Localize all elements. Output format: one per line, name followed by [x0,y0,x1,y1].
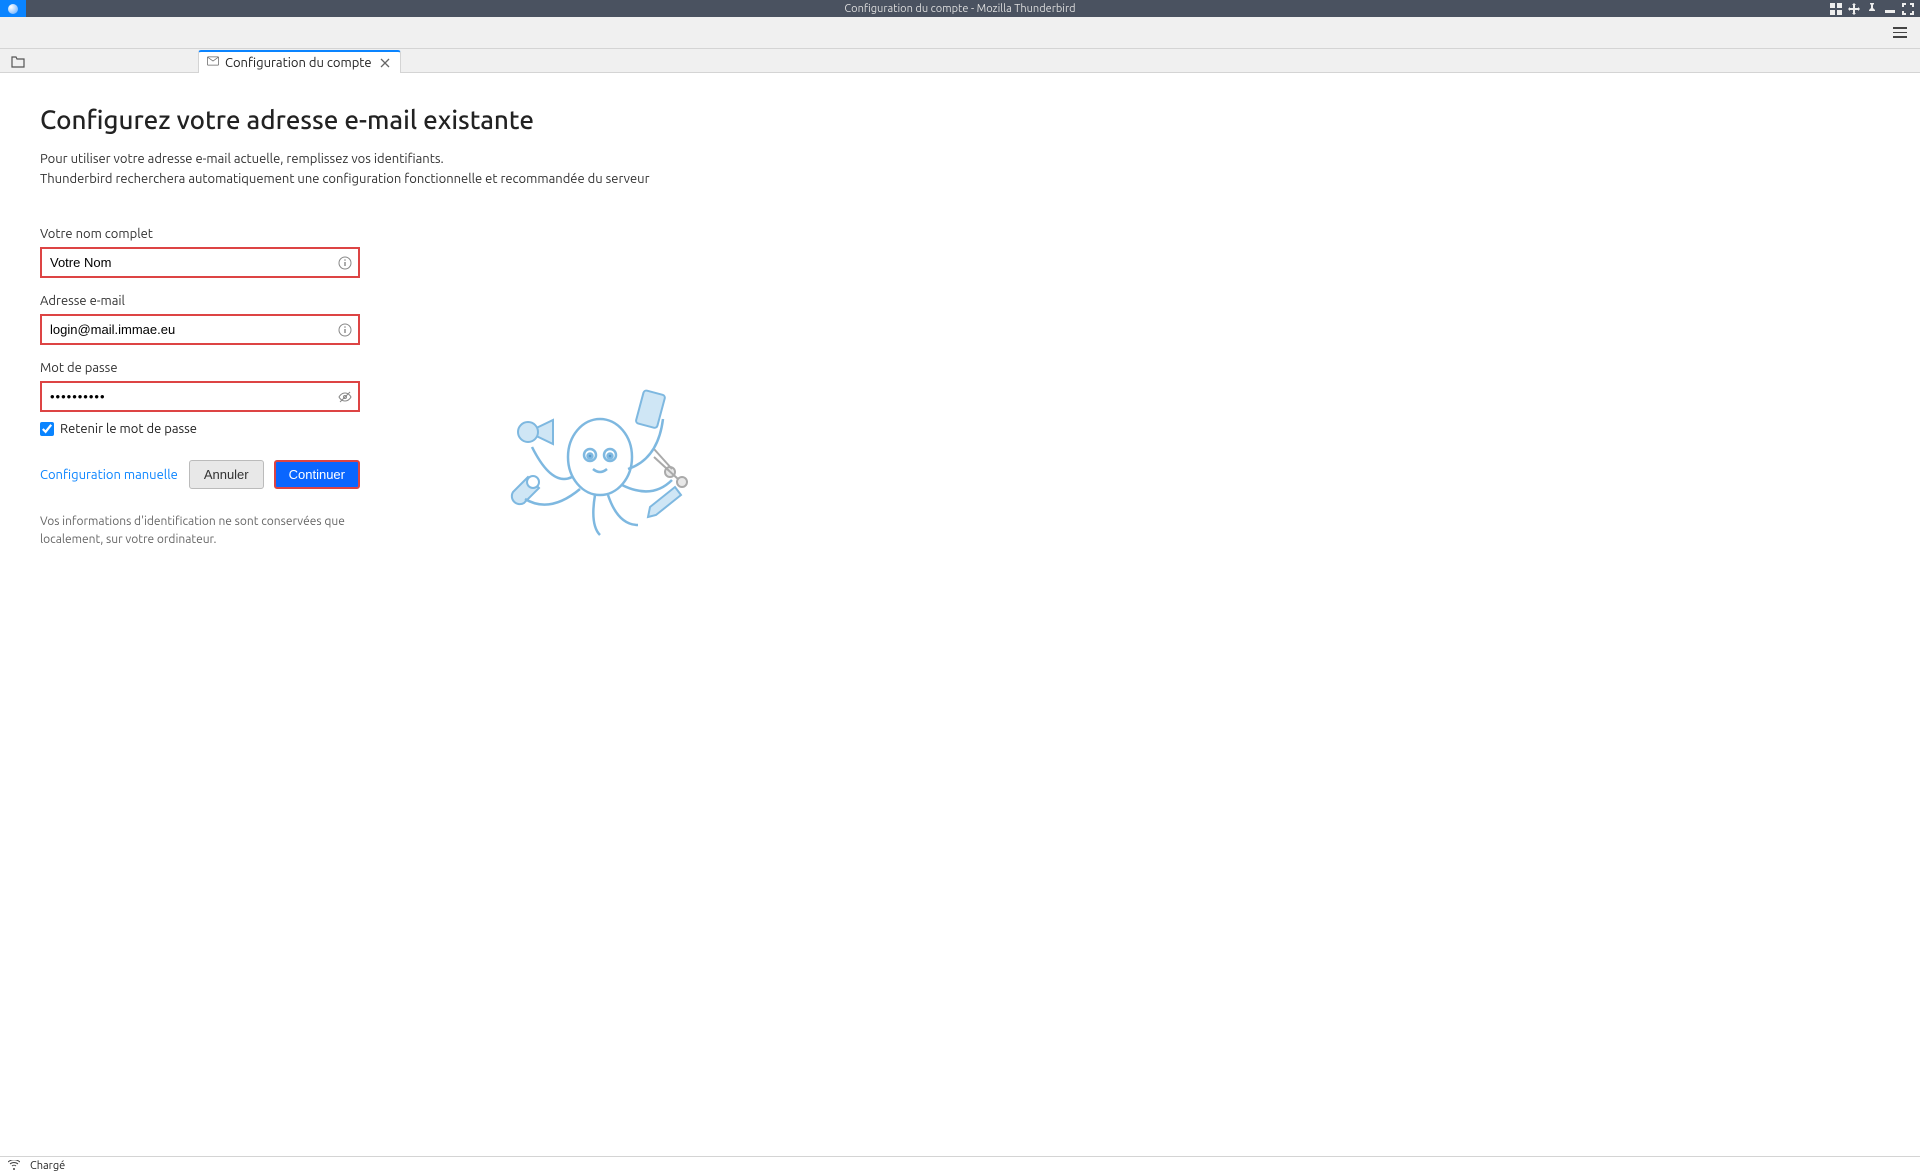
password-label: Mot de passe [40,361,360,375]
mail-icon [207,55,219,70]
disclaimer-text: Vos informations d'identification ne son… [40,513,350,549]
remember-password-label: Retenir le mot de passe [60,422,197,436]
maximize-icon[interactable] [1902,3,1914,15]
pin-icon[interactable] [1866,3,1878,15]
email-input[interactable] [42,316,358,343]
email-field-group: Adresse e-mail [40,294,360,345]
window-controls [1830,3,1920,15]
window-titlebar: Configuration du compte - Mozilla Thunde… [0,0,1920,17]
main-toolbar [0,17,1920,49]
status-text: Chargé [30,1160,65,1172]
remember-password-row: Retenir le mot de passe [40,422,360,436]
folder-icon[interactable] [8,52,28,72]
app-icon [0,0,26,17]
manual-config-link[interactable]: Configuration manuelle [40,468,179,482]
name-field-group: Votre nom complet [40,227,360,278]
grid-icon[interactable] [1830,3,1842,15]
tab-strip: Configuration du compte [0,49,1920,73]
continue-button[interactable]: Continuer [274,460,360,489]
menu-button[interactable] [1888,21,1912,45]
page-subtitle: Pour utiliser votre adresse e-mail actue… [40,150,1880,189]
name-input[interactable] [42,249,358,276]
info-icon[interactable] [338,256,352,270]
octopus-illustration [500,377,700,577]
move-icon[interactable] [1848,3,1860,15]
remember-password-checkbox[interactable] [40,422,54,436]
main-content: Configurez votre adresse e-mail existant… [0,73,1920,1156]
thunderbird-icon [8,4,18,14]
page-title: Configurez votre adresse e-mail existant… [40,105,1880,134]
email-label: Adresse e-mail [40,294,360,308]
minimize-icon[interactable] [1884,3,1896,15]
status-bar: Chargé [0,1156,1920,1174]
password-field-group: Mot de passe [40,361,360,412]
close-tab-icon[interactable] [378,56,392,70]
tab-label: Configuration du compte [225,56,372,70]
network-icon [8,1160,20,1172]
eye-icon[interactable] [338,390,352,404]
tab-account-config[interactable]: Configuration du compte [198,50,401,73]
info-icon[interactable] [338,323,352,337]
name-label: Votre nom complet [40,227,360,241]
account-form: Votre nom complet Adresse e-mail [40,227,360,577]
window-title: Configuration du compte - Mozilla Thunde… [844,3,1075,15]
cancel-button[interactable]: Annuler [189,460,264,489]
password-input[interactable] [42,383,358,410]
